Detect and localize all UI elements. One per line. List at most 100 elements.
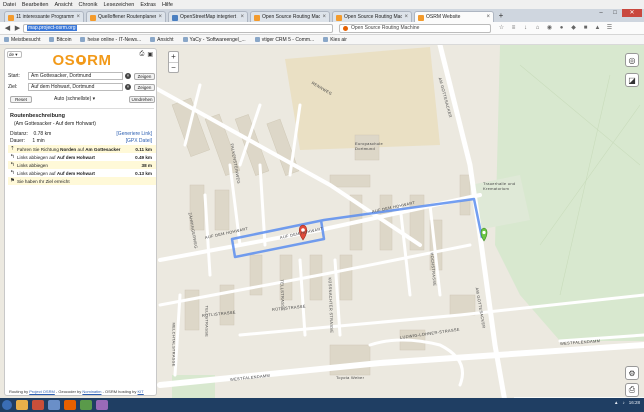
routing-mode-select[interactable]: Auto (schnellste) ▾ <box>54 96 108 103</box>
show-destination-button[interactable]: Zeigen <box>134 83 155 91</box>
menu-bearbeiten[interactable]: Bearbeiten <box>22 2 49 8</box>
duration-row: Dauer: 1 min <box>10 138 45 144</box>
destination-input[interactable]: Auf dem Hohwart, Dortmund <box>28 83 123 91</box>
app-icon-4[interactable] <box>96 400 108 410</box>
favicon-icon <box>418 15 424 21</box>
back-icon[interactable]: ◀ <box>3 24 12 33</box>
forward-icon[interactable]: ▶ <box>13 24 22 33</box>
settings-icon[interactable]: ⚙ <box>625 366 639 380</box>
firefox-icon[interactable] <box>64 400 76 410</box>
step-distance: 0.13 km <box>135 170 152 176</box>
bookmark-item[interactable]: Meistbesucht <box>4 37 40 43</box>
bookmark-item[interactable]: Kies air <box>323 37 347 43</box>
bookmark-item[interactable]: vtiger CRM 5 - Comm... <box>254 37 314 43</box>
url-bar[interactable]: map.project-osrm.org <box>23 23 333 33</box>
star-icon[interactable]: ☆ <box>497 24 506 33</box>
tab-2[interactable]: Quelloffener Routenplaner ... × <box>86 11 166 22</box>
step-distance: 0.49 km <box>135 154 152 160</box>
menu-lesezeichen[interactable]: Lesezeichen <box>103 2 134 8</box>
tab-close-icon[interactable]: × <box>322 14 326 20</box>
tab-close-icon[interactable]: × <box>486 14 490 20</box>
route-step[interactable]: ↰ Links abbiegen 38 m <box>8 161 156 169</box>
osrm-logo-car-icon <box>76 55 87 65</box>
bookmark-item[interactable]: YaCy - 'Softwareengel_... <box>182 37 246 43</box>
bookmark-label: Meistbesucht <box>11 36 41 43</box>
kit-link[interactable]: KIT <box>138 389 144 394</box>
route-step[interactable]: ↰ Links abbiegen auf Auf dem Hohwart 0.1… <box>8 169 156 177</box>
addon-icon-5[interactable]: ▲ <box>593 24 602 33</box>
clear-destination-icon[interactable]: × <box>125 84 131 90</box>
gpx-link[interactable]: [GPX Datei] <box>126 138 152 144</box>
tab-4[interactable]: Open Source Routing Mac... × <box>250 11 330 22</box>
bookmark-label: heise online - IT-News... <box>87 36 142 43</box>
start-button-icon[interactable] <box>2 400 12 410</box>
route-steps: ⇡ Fahren Sie Richtung Norden auf Am Gott… <box>8 145 156 185</box>
minimize-icon[interactable]: – <box>594 9 608 17</box>
clock[interactable]: 16:28 <box>629 400 640 405</box>
tab-5[interactable]: Open Source Routing Mac... × <box>332 11 412 22</box>
addon-icon[interactable]: ◉ <box>545 24 554 33</box>
menu-hilfe[interactable]: Hilfe <box>162 2 173 8</box>
home-icon[interactable]: ⌂ <box>533 24 542 33</box>
project-osrm-link[interactable]: Project OSRM <box>29 389 55 394</box>
print-route-icon[interactable]: ⎙ <box>140 51 145 58</box>
menu-chronik[interactable]: Chronik <box>79 2 98 8</box>
bookmark-label: Bitcoin <box>56 36 72 43</box>
addon-icon-4[interactable]: ■ <box>581 24 590 33</box>
maximize-icon[interactable]: □ <box>608 9 622 17</box>
close-window-icon[interactable]: ✕ <box>622 9 642 17</box>
print-icon[interactable]: ⎙ <box>625 383 639 397</box>
explorer-icon[interactable] <box>16 400 28 410</box>
generate-link[interactable]: [Generiere Link] <box>116 131 152 137</box>
tab-3[interactable]: OpenStreetMap integriert ... × <box>168 11 248 22</box>
zoom-out-button[interactable]: − <box>169 62 178 72</box>
addon-icon-2[interactable]: ● <box>557 24 566 33</box>
footer-prefix: Routing by <box>9 389 30 394</box>
start-input[interactable]: Am Gottesacker, Dortmund <box>28 72 123 80</box>
route-step[interactable]: ⚑ Sie haben Ihr Ziel erreicht <box>8 177 156 185</box>
bookmarks-icon[interactable]: ≡ <box>509 24 518 33</box>
tab-close-icon[interactable]: × <box>158 14 162 20</box>
addon-icon-3[interactable]: ◆ <box>569 24 578 33</box>
tab-label: Open Source Routing Mac... <box>262 14 320 20</box>
distance-row: Distanz: 0.78 km <box>10 131 51 137</box>
show-start-button[interactable]: Zeigen <box>134 72 155 80</box>
route-step[interactable]: ↰ Links abbiegen auf Auf dem Hohwart 0.4… <box>8 153 156 161</box>
language-select[interactable]: de ▾ <box>7 51 22 58</box>
reset-button[interactable]: Reset <box>10 96 32 103</box>
tab-label: OpenStreetMap integriert ... <box>180 14 238 20</box>
zoom-in-button[interactable]: + <box>169 52 178 62</box>
tab-osrm-website[interactable]: OSRM Website × <box>414 11 494 22</box>
app-icon[interactable] <box>32 400 44 410</box>
school-area <box>285 47 440 150</box>
download-icon[interactable]: ↓ <box>521 24 530 33</box>
tab-close-icon[interactable]: × <box>240 14 244 20</box>
app-icon-2[interactable] <box>48 400 60 410</box>
search-box[interactable]: Open Source Routing Machine <box>339 23 491 33</box>
bookmark-item[interactable]: Ansicht <box>150 36 174 43</box>
menu-icon[interactable]: ☰ <box>605 24 614 33</box>
bookmark-item[interactable]: heise online - IT-News... <box>80 37 141 43</box>
turn-left-icon: ↰ <box>10 162 15 168</box>
nominatim-link[interactable]: Nominatim <box>82 389 101 394</box>
tab-close-icon[interactable]: × <box>76 14 80 20</box>
collapse-panel-icon[interactable]: ▣ <box>147 51 153 58</box>
layers-icon[interactable]: ◪ <box>625 73 639 87</box>
bookmark-item[interactable]: Bitcoin <box>49 37 71 43</box>
locate-icon[interactable]: ◎ <box>625 53 639 67</box>
tab-close-icon[interactable]: × <box>404 14 408 20</box>
reverse-button[interactable]: Umdrehen <box>129 96 155 103</box>
step-mid: auf <box>76 146 86 152</box>
new-tab-button[interactable]: + <box>496 11 506 22</box>
volume-icon[interactable]: ♪ <box>622 400 624 405</box>
tab-1[interactable]: 11 interessante Programm... × <box>4 11 84 22</box>
network-icon[interactable]: ▲ <box>614 400 618 405</box>
distance-label: Distanz: <box>10 131 29 137</box>
app-icon-3[interactable] <box>80 400 92 410</box>
route-step[interactable]: ⇡ Fahren Sie Richtung Norden auf Am Gott… <box>8 145 156 153</box>
bookmark-label: Ansicht <box>157 36 174 43</box>
menu-datei[interactable]: Datei <box>3 2 16 8</box>
menu-extras[interactable]: Extras <box>140 2 156 8</box>
menu-ansicht[interactable]: Ansicht <box>54 2 72 8</box>
clear-start-icon[interactable]: × <box>125 73 131 79</box>
